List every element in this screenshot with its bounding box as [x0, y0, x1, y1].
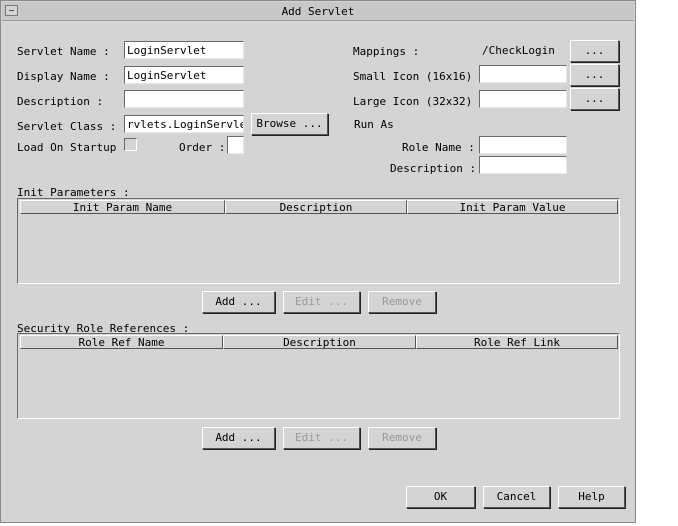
display-name-field[interactable]: LoginServlet — [124, 66, 244, 84]
column-header[interactable]: Description — [223, 335, 416, 349]
display-name-label: Display Name : — [17, 70, 110, 83]
column-header[interactable]: Init Param Value — [407, 200, 618, 214]
run-as-description-field[interactable] — [479, 156, 567, 174]
servlet-class-field[interactable]: rvlets.LoginServlet — [124, 115, 244, 133]
servlet-name-field[interactable]: LoginServlet — [124, 41, 244, 59]
run-as-label: Run As — [354, 118, 394, 131]
role-ref-add-button[interactable]: Add ... — [202, 427, 275, 449]
load-on-startup-checkbox[interactable] — [124, 138, 137, 151]
browse-button[interactable]: Browse ... — [251, 113, 328, 135]
small-icon-browse-button[interactable]: ... — [570, 64, 619, 86]
servlet-name-label: Servlet Name : — [17, 45, 110, 58]
order-label: Order : — [179, 141, 226, 154]
large-icon-label: Large Icon (32x32) : — [353, 95, 486, 108]
role-ref-edit-button[interactable]: Edit ... — [283, 427, 360, 449]
column-header[interactable]: Role Ref Name — [20, 335, 223, 349]
init-param-edit-button[interactable]: Edit ... — [283, 291, 360, 313]
mappings-field: /CheckLogin — [479, 41, 567, 59]
mappings-browse-button[interactable]: ... — [570, 40, 619, 62]
init-parameters-header: Init Param Name Description Init Param V… — [20, 200, 618, 214]
security-role-references-table[interactable]: Role Ref Name Description Role Ref Link — [17, 333, 620, 419]
role-name-label: Role Name : — [402, 141, 475, 154]
servlet-class-label: Servlet Class : — [17, 120, 117, 133]
role-ref-remove-button[interactable]: Remove — [368, 427, 436, 449]
role-name-field[interactable] — [479, 136, 567, 154]
description-field[interactable] — [124, 90, 244, 108]
run-as-description-label: Description : — [390, 162, 477, 175]
small-icon-label: Small Icon (16x16) : — [353, 70, 486, 83]
column-header[interactable]: Init Param Name — [20, 200, 225, 214]
init-param-remove-button[interactable]: Remove — [368, 291, 436, 313]
small-icon-field[interactable] — [479, 65, 567, 83]
column-header[interactable]: Role Ref Link — [416, 335, 618, 349]
ok-button[interactable]: OK — [406, 486, 475, 508]
large-icon-browse-button[interactable]: ... — [570, 88, 619, 110]
init-param-add-button[interactable]: Add ... — [202, 291, 275, 313]
mappings-label: Mappings : — [353, 45, 420, 58]
load-on-startup-label: Load On Startup : — [17, 141, 130, 154]
order-field[interactable] — [227, 136, 244, 154]
security-role-references-header: Role Ref Name Description Role Ref Link — [20, 335, 618, 349]
cancel-button[interactable]: Cancel — [483, 486, 550, 508]
title-bar: Add Servlet — [2, 2, 634, 21]
help-button[interactable]: Help — [558, 486, 625, 508]
init-parameters-table[interactable]: Init Param Name Description Init Param V… — [17, 198, 620, 284]
description-label: Description : — [17, 95, 104, 108]
column-header[interactable]: Description — [225, 200, 407, 214]
large-icon-field[interactable] — [479, 90, 567, 108]
add-servlet-dialog: Add Servlet Servlet Name : LoginServlet … — [0, 0, 636, 523]
dialog-title: Add Servlet — [281, 5, 355, 18]
